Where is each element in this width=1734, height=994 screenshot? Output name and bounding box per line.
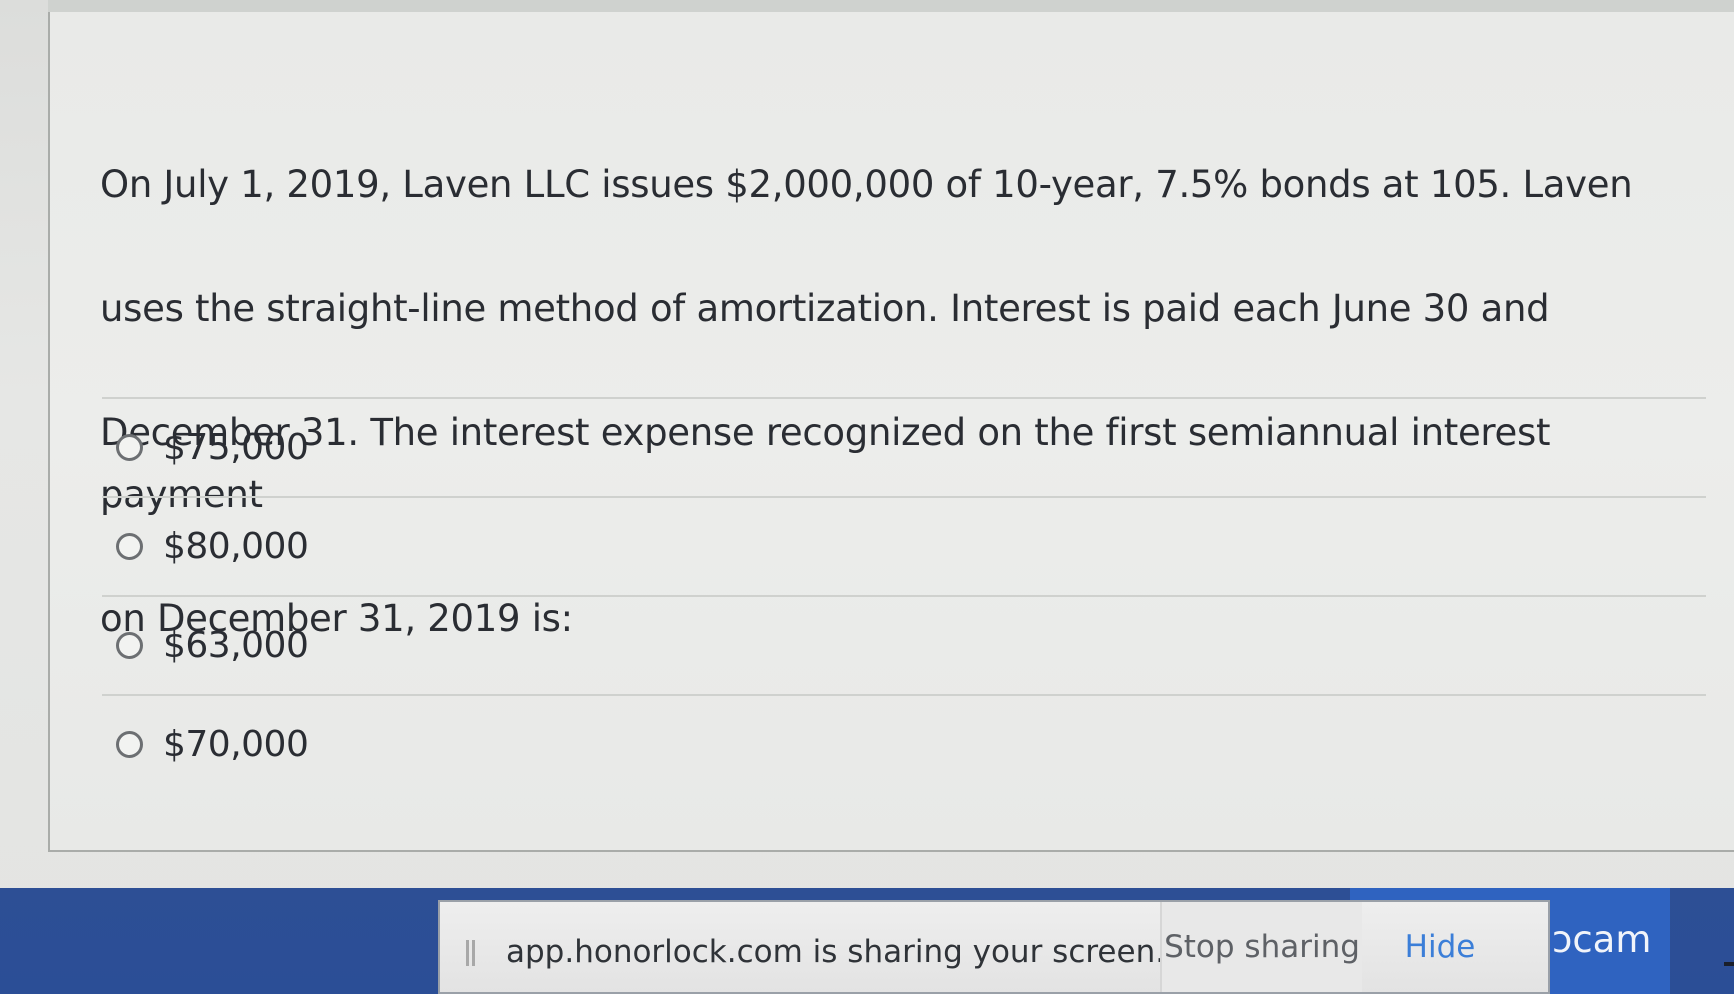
radio-button[interactable] [116,632,143,659]
screen-share-notification: app.honorlock.com is sharing your screen… [438,900,1550,994]
question-line: On July 1, 2019, Laven LLC issues $2,000… [100,163,1633,206]
webcam-label: ɔcam [1552,918,1652,961]
edge-mark [1724,962,1734,966]
stop-sharing-button[interactable]: Stop sharing [1160,902,1362,992]
pause-icon[interactable] [466,940,476,966]
answer-label: $75,000 [163,427,309,468]
screen: On July 1, 2019, Laven LLC issues $2,000… [0,0,1734,994]
answer-option-1[interactable]: $75,000 [102,399,1706,498]
answer-label: $70,000 [163,724,309,765]
share-message: app.honorlock.com is sharing your screen… [506,934,1166,970]
answer-list: $75,000 $80,000 $63,000 $70,000 [102,397,1706,793]
question-line: uses the straight-line method of amortiz… [100,287,1550,330]
answer-label: $63,000 [163,625,309,666]
answer-option-3[interactable]: $63,000 [102,597,1706,696]
answer-label: $80,000 [163,526,309,567]
answer-option-2[interactable]: $80,000 [102,498,1706,597]
radio-button[interactable] [116,533,143,560]
question-panel: On July 1, 2019, Laven LLC issues $2,000… [48,12,1734,852]
hide-button[interactable]: Hide [1390,902,1490,992]
answer-option-4[interactable]: $70,000 [102,696,1706,793]
radio-button[interactable] [116,434,143,461]
radio-button[interactable] [116,731,143,758]
